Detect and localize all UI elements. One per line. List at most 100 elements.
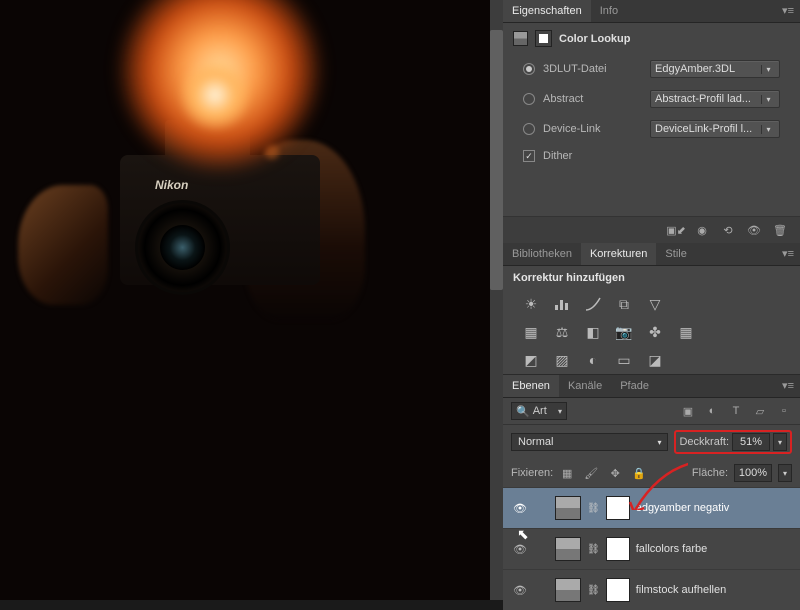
- layer-row[interactable]: 👁 ⛓ edgyamber negativ ⬉: [503, 487, 800, 528]
- lock-transparency-icon[interactable]: ▦: [559, 466, 575, 480]
- dropdown-3dlut[interactable]: EdgyAmber.3DL▾: [650, 60, 780, 78]
- photo-hand: [18, 185, 108, 305]
- layer-visibility-icon[interactable]: 👁: [511, 501, 529, 515]
- layer-name[interactable]: fallcolors farbe: [636, 543, 708, 555]
- selective-color-icon[interactable]: ◪: [645, 351, 665, 369]
- radio-devicelink-label: Device-Link: [543, 123, 600, 135]
- panel-menu-icon[interactable]: ▾≡: [776, 375, 800, 397]
- tab-ebenen[interactable]: Ebenen: [503, 375, 559, 397]
- layer-row[interactable]: 👁 ⛓ filmstock aufhellen: [503, 569, 800, 610]
- reset-icon[interactable]: ⟲: [720, 223, 736, 237]
- blend-mode-dropdown[interactable]: Normal▾: [511, 433, 668, 451]
- tab-kanaele[interactable]: Kanäle: [559, 375, 611, 397]
- lock-pixels-icon[interactable]: 🖌: [583, 466, 599, 480]
- layer-mask-thumb[interactable]: [606, 496, 630, 520]
- posterize-icon[interactable]: ▨: [552, 351, 572, 369]
- radio-3dlut-label: 3DLUT-Datei: [543, 63, 607, 75]
- opacity-label: Deckkraft:: [679, 436, 729, 448]
- layer-thumb[interactable]: [555, 496, 581, 520]
- lock-all-icon[interactable]: 🔒: [631, 466, 647, 480]
- checkbox-dither-label: Dither: [543, 150, 572, 162]
- photo-lens-glass: [160, 225, 205, 270]
- visibility-icon[interactable]: 👁: [746, 223, 762, 237]
- radio-3dlut[interactable]: [523, 63, 535, 75]
- threshold-icon[interactable]: ◐: [583, 351, 603, 369]
- canvas-scrollbar[interactable]: [490, 0, 503, 600]
- dropdown-abstract[interactable]: Abstract-Profil lad...▾: [650, 90, 780, 108]
- add-adjustment-label: Korrektur hinzufügen: [503, 266, 800, 290]
- fill-label: Fläche:: [692, 467, 728, 479]
- panel-menu-icon[interactable]: ▾≡: [776, 243, 800, 265]
- layer-thumb[interactable]: [555, 537, 581, 561]
- tab-info[interactable]: Info: [591, 0, 627, 22]
- panel-menu-icon[interactable]: ▾≡: [776, 0, 800, 22]
- layer-thumb[interactable]: [555, 578, 581, 602]
- layer-link-icon[interactable]: ⛓: [587, 503, 600, 514]
- curves-icon[interactable]: [583, 295, 603, 313]
- tab-korrekturen[interactable]: Korrekturen: [581, 243, 656, 265]
- scrollbar-thumb[interactable]: [490, 30, 503, 290]
- clip-icon[interactable]: ▣⬋: [668, 223, 684, 237]
- fill-dropdown-arrow[interactable]: ▾: [778, 464, 792, 482]
- properties-section: Color Lookup 3DLUT-Datei EdgyAmber.3DL▾ …: [503, 23, 800, 243]
- layer-row[interactable]: 👁 ⛓ fallcolors farbe: [503, 528, 800, 569]
- layer-visibility-icon[interactable]: 👁: [511, 583, 529, 597]
- tab-pfade[interactable]: Pfade: [611, 375, 658, 397]
- layer-visibility-icon[interactable]: 👁: [511, 542, 529, 556]
- filter-type-icon[interactable]: T: [728, 404, 744, 418]
- balance-icon[interactable]: ⚖: [552, 323, 572, 341]
- radio-abstract[interactable]: [523, 93, 535, 105]
- radio-abstract-label: Abstract: [543, 93, 583, 105]
- document-canvas[interactable]: Nikon: [0, 0, 490, 600]
- photo-filter-icon[interactable]: 📷: [614, 323, 634, 341]
- adjustments-section: Korrektur hinzufügen ☀ ⧉ ▽ ▦ ⚖ ◧ 📷 ✤ ▦ ◩…: [503, 266, 800, 375]
- camera-brand-text: Nikon: [155, 178, 188, 192]
- opacity-input[interactable]: 51%: [732, 433, 770, 451]
- bw-icon[interactable]: ◧: [583, 323, 603, 341]
- invert-icon[interactable]: ◩: [521, 351, 541, 369]
- tab-stile[interactable]: Stile: [656, 243, 695, 265]
- tab-eigenschaften[interactable]: Eigenschaften: [503, 0, 591, 22]
- prev-state-icon[interactable]: ◉: [694, 223, 710, 237]
- exposure-icon[interactable]: ⧉: [614, 295, 634, 313]
- lut-icon[interactable]: ▦: [676, 323, 696, 341]
- layer-mask-thumb[interactable]: [606, 537, 630, 561]
- lock-position-icon[interactable]: ✥: [607, 466, 623, 480]
- layer-name[interactable]: filmstock aufhellen: [636, 584, 727, 596]
- layer-mask-thumb[interactable]: [606, 578, 630, 602]
- blend-opacity-row: Normal▾ Deckkraft: 51% ▾: [503, 425, 800, 459]
- lut-grid-icon: [513, 31, 528, 46]
- layer-link-icon[interactable]: ⛓: [587, 544, 600, 555]
- opacity-highlight: Deckkraft: 51% ▾: [674, 430, 792, 454]
- layer-name[interactable]: edgyamber negativ: [636, 502, 730, 514]
- layers-tabs: Ebenen Kanäle Pfade ▾≡: [503, 375, 800, 398]
- adjustments-tabs: Bibliotheken Korrekturen Stile ▾≡: [503, 243, 800, 266]
- properties-footer: ▣⬋ ◉ ⟲ 👁 🗑: [503, 216, 800, 243]
- layers-filter-bar: 🔍Art▾ ▣ ◐ T ▱ ▫: [503, 398, 800, 425]
- lock-label: Fixieren:: [511, 467, 553, 479]
- levels-icon[interactable]: [552, 295, 572, 313]
- properties-tabs: Eigenschaften Info ▾≡: [503, 0, 800, 23]
- checkbox-dither[interactable]: ✓: [523, 150, 535, 162]
- filter-smart-icon[interactable]: ▫: [776, 404, 792, 418]
- filter-shape-icon[interactable]: ▱: [752, 404, 768, 418]
- filter-image-icon[interactable]: ▣: [680, 404, 696, 418]
- dropdown-devicelink[interactable]: DeviceLink-Profil l...▾: [650, 120, 780, 138]
- chevron-down-icon: ▾: [761, 95, 775, 104]
- photo-flash-core: [180, 60, 250, 130]
- tab-bibliotheken[interactable]: Bibliotheken: [503, 243, 581, 265]
- trash-icon[interactable]: 🗑: [772, 223, 788, 237]
- channel-mixer-icon[interactable]: ✤: [645, 323, 665, 341]
- chevron-down-icon: ▾: [761, 125, 775, 134]
- fill-input[interactable]: 100%: [734, 464, 772, 482]
- chevron-down-icon: ▾: [761, 65, 775, 74]
- radio-devicelink[interactable]: [523, 123, 535, 135]
- hue-icon[interactable]: ▦: [521, 323, 541, 341]
- layer-link-icon[interactable]: ⛓: [587, 585, 600, 596]
- filter-adjust-icon[interactable]: ◐: [704, 404, 720, 418]
- vibrance-icon[interactable]: ▽: [645, 295, 665, 313]
- layer-filter-dropdown[interactable]: 🔍Art▾: [511, 402, 567, 420]
- opacity-dropdown-arrow[interactable]: ▾: [773, 433, 787, 451]
- gradient-map-icon[interactable]: ▭: [614, 351, 634, 369]
- brightness-icon[interactable]: ☀: [521, 295, 541, 313]
